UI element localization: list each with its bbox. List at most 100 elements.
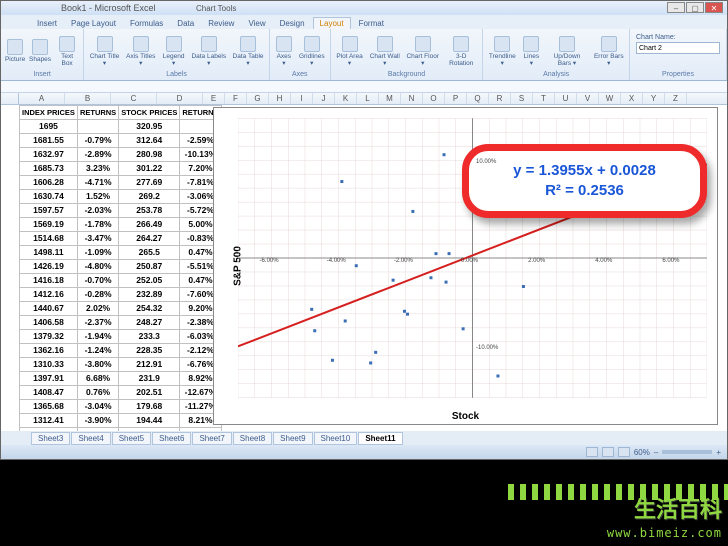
table-cell[interactable] — [77, 120, 118, 134]
table-cell[interactable]: 2.02% — [77, 302, 118, 316]
table-cell[interactable]: 253.78 — [119, 204, 180, 218]
table-cell[interactable]: -2.89% — [77, 148, 118, 162]
table-cell[interactable]: 0.76% — [77, 386, 118, 400]
table-cell[interactable]: 232.89 — [119, 288, 180, 302]
sheet-tab[interactable]: Sheet10 — [314, 432, 358, 445]
table-cell[interactable]: 1408.47 — [20, 386, 78, 400]
table-cell[interactable]: 1379.32 — [20, 330, 78, 344]
col-header[interactable]: I — [291, 93, 313, 104]
col-header[interactable]: S — [511, 93, 533, 104]
table-cell[interactable]: -1.24% — [77, 344, 118, 358]
col-header[interactable]: K — [335, 93, 357, 104]
table-cell[interactable]: 301.22 — [119, 162, 180, 176]
col-header[interactable]: Q — [467, 93, 489, 104]
col-header[interactable]: Z — [665, 93, 687, 104]
table-cell[interactable]: -3.04% — [77, 400, 118, 414]
tab-design[interactable]: Design — [274, 18, 311, 29]
table-cell[interactable]: -1.94% — [77, 330, 118, 344]
sheet-tab[interactable]: Sheet11 — [358, 432, 402, 445]
tab-page-layout[interactable]: Page Layout — [65, 18, 122, 29]
maximize-button[interactable]: ▢ — [686, 2, 704, 13]
table-cell[interactable]: 6.68% — [77, 372, 118, 386]
table-cell[interactable]: 254.32 — [119, 302, 180, 316]
table-cell[interactable]: 1362.16 — [20, 344, 78, 358]
tab-view[interactable]: View — [242, 18, 271, 29]
table-cell[interactable]: -1.78% — [77, 218, 118, 232]
table-cell[interactable]: 266.49 — [119, 218, 180, 232]
col-header[interactable]: D — [157, 93, 203, 104]
rotation-button[interactable]: 3-D Rotation — [443, 35, 479, 68]
table-cell[interactable]: -4.71% — [77, 176, 118, 190]
col-header[interactable]: W — [599, 93, 621, 104]
col-header[interactable]: A — [19, 93, 65, 104]
page-layout-view-button[interactable] — [602, 447, 614, 457]
sheet-tab[interactable]: Sheet5 — [112, 432, 151, 445]
normal-view-button[interactable] — [586, 447, 598, 457]
table-cell[interactable]: 233.3 — [119, 330, 180, 344]
table-cell[interactable]: -2.03% — [77, 204, 118, 218]
col-header[interactable]: Y — [643, 93, 665, 104]
table-cell[interactable]: 179.68 — [119, 400, 180, 414]
table-cell[interactable]: 312.64 — [119, 134, 180, 148]
table-cell[interactable]: 1514.68 — [20, 232, 78, 246]
col-header[interactable]: X — [621, 93, 643, 104]
zoom-percent[interactable]: 60% — [634, 448, 650, 457]
table-cell[interactable]: -1.09% — [77, 246, 118, 260]
table-cell[interactable]: 250.87 — [119, 260, 180, 274]
close-button[interactable]: ✕ — [705, 2, 723, 13]
col-header[interactable]: V — [577, 93, 599, 104]
col-header[interactable]: G — [247, 93, 269, 104]
lines-button[interactable]: Lines ▾ — [520, 35, 542, 68]
table-cell[interactable]: 1630.74 — [20, 190, 78, 204]
worksheet-grid[interactable]: INDEX PRICESRETURNSSTOCK PRICESRETURNS 1… — [1, 105, 727, 445]
zoom-in-button[interactable]: + — [716, 448, 721, 457]
table-cell[interactable]: 1406.58 — [20, 316, 78, 330]
chart-wall-button[interactable]: Chart Wall ▾ — [367, 35, 402, 68]
table-cell[interactable]: -2.37% — [77, 316, 118, 330]
col-header[interactable]: T — [533, 93, 555, 104]
embedded-chart[interactable]: S&P 500 Stock y = 1.3955x + 0.0028 R² = … — [213, 107, 718, 425]
tab-insert[interactable]: Insert — [31, 18, 63, 29]
col-header[interactable]: P — [445, 93, 467, 104]
minimize-button[interactable]: – — [667, 2, 685, 13]
gridlines-button[interactable]: Gridlines ▾ — [297, 35, 327, 68]
table-cell[interactable]: 1310.33 — [20, 358, 78, 372]
col-header[interactable]: R — [489, 93, 511, 104]
col-header[interactable]: J — [313, 93, 335, 104]
select-all-corner[interactable] — [1, 93, 19, 104]
table-cell[interactable]: 264.27 — [119, 232, 180, 246]
chart-floor-button[interactable]: Chart Floor ▾ — [404, 35, 441, 68]
table-cell[interactable]: 248.27 — [119, 316, 180, 330]
table-cell[interactable]: 252.05 — [119, 274, 180, 288]
table-cell[interactable]: 1397.91 — [20, 372, 78, 386]
zoom-out-button[interactable]: – — [654, 448, 658, 457]
sheet-tab[interactable]: Sheet7 — [192, 432, 231, 445]
page-break-view-button[interactable] — [618, 447, 630, 457]
textbox-button[interactable]: Text Box — [54, 35, 80, 68]
table-cell[interactable]: 1365.68 — [20, 400, 78, 414]
axes-button[interactable]: Axes ▾ — [273, 35, 295, 68]
col-header[interactable]: U — [555, 93, 577, 104]
updown-bars-button[interactable]: Up/Down Bars ▾ — [544, 35, 589, 68]
table-cell[interactable]: -0.28% — [77, 288, 118, 302]
sheet-tab[interactable]: Sheet4 — [71, 432, 110, 445]
table-cell[interactable]: 1606.28 — [20, 176, 78, 190]
col-header[interactable]: O — [423, 93, 445, 104]
table-cell[interactable]: 1569.19 — [20, 218, 78, 232]
table-cell[interactable]: 1312.41 — [20, 414, 78, 428]
table-cell[interactable]: 228.35 — [119, 344, 180, 358]
table-cell[interactable]: 1597.57 — [20, 204, 78, 218]
table-cell[interactable]: -3.90% — [77, 414, 118, 428]
col-header[interactable]: N — [401, 93, 423, 104]
table-cell[interactable]: -3.80% — [77, 358, 118, 372]
chart-name-input[interactable] — [636, 42, 720, 54]
axis-titles-button[interactable]: Axis Titles ▾ — [124, 35, 158, 68]
table-cell[interactable]: 194.44 — [119, 414, 180, 428]
col-header[interactable]: L — [357, 93, 379, 104]
trendline-button[interactable]: Trendline ▾ — [486, 35, 518, 68]
plot-area-button[interactable]: Plot Area ▾ — [334, 35, 366, 68]
table-cell[interactable]: 1426.19 — [20, 260, 78, 274]
sheet-tab[interactable]: Sheet6 — [152, 432, 191, 445]
tab-layout[interactable]: Layout — [313, 17, 351, 29]
table-cell[interactable]: 1440.67 — [20, 302, 78, 316]
